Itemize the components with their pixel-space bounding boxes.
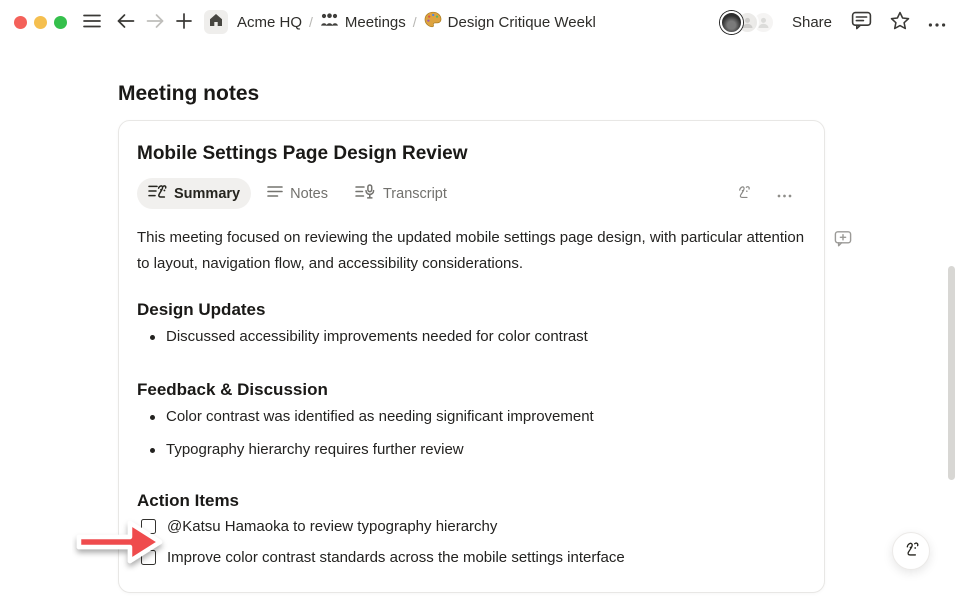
- breadcrumb-item-current-page[interactable]: Design Critique Weekl: [424, 11, 596, 33]
- back-button[interactable]: [116, 13, 135, 32]
- section-heading: Design Updates: [137, 300, 806, 320]
- favorite-button[interactable]: [890, 11, 910, 33]
- list-item: Color contrast was identified as needing…: [137, 400, 806, 433]
- breadcrumb-separator: /: [413, 14, 417, 30]
- bullet-text: Color contrast was identified as needing…: [166, 408, 594, 425]
- home-icon: [209, 13, 223, 32]
- ellipsis-icon: [928, 15, 946, 30]
- section-heading: Action Items: [137, 491, 806, 511]
- minimize-window-button[interactable]: [34, 16, 47, 29]
- todo-text: @Katsu Hamaoka to review typography hier…: [167, 518, 497, 535]
- ellipsis-icon: [777, 186, 792, 201]
- tab-label: Notes: [290, 186, 328, 202]
- meeting-title: Mobile Settings Page Design Review: [137, 143, 806, 165]
- list-lines-icon: [267, 185, 283, 202]
- comments-button[interactable]: [851, 11, 872, 33]
- collaborator-avatars[interactable]: [720, 11, 775, 34]
- star-icon: [890, 11, 910, 33]
- arrow-left-icon: [116, 13, 135, 32]
- palette-icon: [424, 11, 442, 33]
- bullet-text: Discussed accessibility improvements nee…: [166, 328, 588, 345]
- tab-notes[interactable]: Notes: [256, 180, 339, 207]
- plus-icon: [176, 13, 192, 32]
- card-toolbar: [734, 183, 806, 205]
- todo-item: @Katsu Hamaoka to review typography hier…: [137, 511, 806, 542]
- arrow-right-icon: [146, 13, 165, 32]
- more-options-button[interactable]: [928, 15, 946, 30]
- comment-icon: [851, 11, 872, 33]
- bullet-dot: [150, 335, 155, 340]
- breadcrumb-label: Acme HQ: [237, 14, 302, 31]
- breadcrumb-label: Design Critique Weekl: [448, 14, 596, 31]
- ai-summary-icon: [148, 183, 167, 204]
- card-more-button[interactable]: [777, 186, 792, 201]
- traffic-lights: [14, 16, 67, 29]
- todo-item: Improve color contrast standards across …: [137, 542, 806, 573]
- vertical-scrollbar[interactable]: [948, 266, 955, 480]
- breadcrumb: Acme HQ / Meetings / Design Critique Wee…: [237, 11, 596, 33]
- tab-label: Transcript: [383, 186, 447, 202]
- tab-transcript[interactable]: Transcript: [344, 179, 458, 209]
- notion-ai-floating-button[interactable]: [892, 532, 930, 570]
- window-titlebar: Acme HQ / Meetings / Design Critique Wee…: [0, 0, 960, 44]
- list-item: Discussed accessibility improvements nee…: [137, 320, 806, 353]
- ai-face-icon: [901, 539, 922, 563]
- section-heading: Feedback & Discussion: [137, 380, 806, 400]
- new-tab-button[interactable]: [176, 13, 192, 32]
- add-comment-button[interactable]: [834, 230, 852, 251]
- breadcrumb-separator: /: [309, 14, 313, 30]
- meeting-tabs: Summary Notes Transcript: [137, 178, 806, 209]
- meeting-notes-card: Mobile Settings Page Design Review Summa…: [118, 120, 825, 593]
- forward-button[interactable]: [146, 13, 165, 32]
- breadcrumb-label: Meetings: [345, 14, 406, 31]
- bullet-dot: [150, 415, 155, 420]
- todo-text: Improve color contrast standards across …: [167, 549, 625, 566]
- page-title: Meeting notes: [118, 82, 259, 106]
- breadcrumb-item-meetings[interactable]: Meetings: [320, 13, 406, 31]
- checkbox-unchecked[interactable]: [141, 550, 156, 565]
- avatar: [720, 11, 743, 34]
- hamburger-icon: [83, 14, 101, 31]
- add-comment-icon: [834, 230, 852, 251]
- bullet-dot: [150, 448, 155, 453]
- zoom-window-button[interactable]: [54, 16, 67, 29]
- share-button[interactable]: Share: [792, 14, 832, 31]
- close-window-button[interactable]: [14, 16, 27, 29]
- tab-summary[interactable]: Summary: [137, 178, 251, 209]
- transcript-mic-icon: [355, 184, 376, 204]
- list-item: Typography hierarchy requires further re…: [137, 433, 806, 466]
- people-icon: [320, 13, 339, 31]
- summary-paragraph: This meeting focused on reviewing the up…: [137, 225, 805, 277]
- ai-face-icon: [734, 183, 753, 205]
- tab-label: Summary: [174, 186, 240, 202]
- workspace-home-button[interactable]: [204, 10, 228, 34]
- sidebar-menu-button[interactable]: [83, 14, 101, 31]
- notion-ai-button[interactable]: [734, 183, 753, 205]
- checkbox-unchecked[interactable]: [141, 519, 156, 534]
- bullet-text: Typography hierarchy requires further re…: [166, 441, 464, 458]
- breadcrumb-item-workspace[interactable]: Acme HQ: [237, 14, 302, 31]
